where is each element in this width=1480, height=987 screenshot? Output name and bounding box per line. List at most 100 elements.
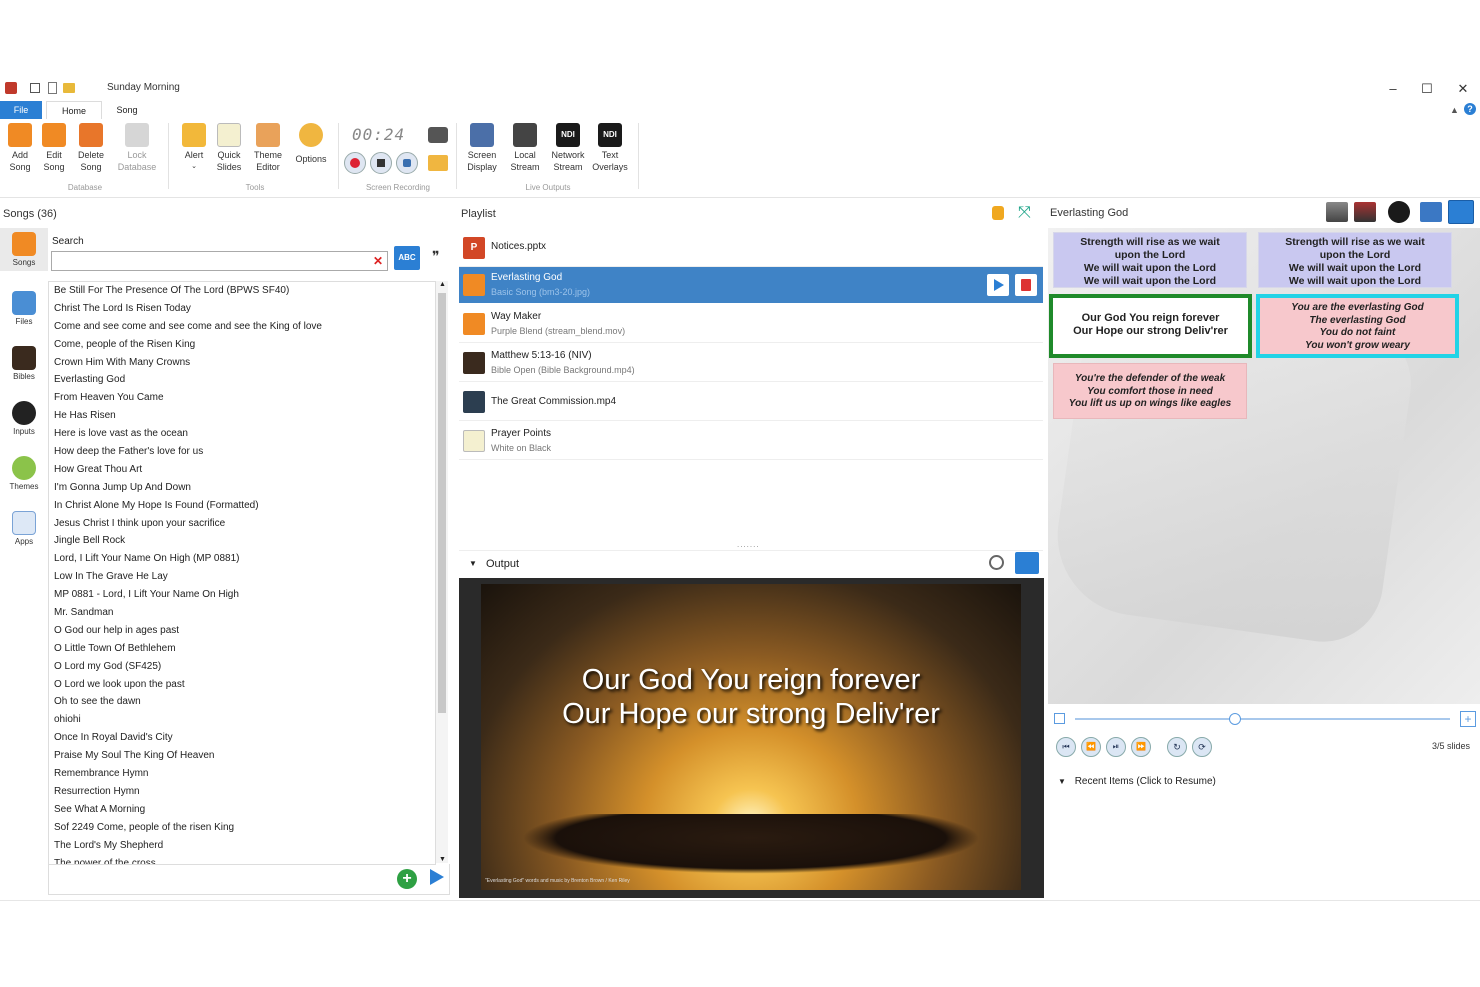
song-list-scrollbar[interactable]: ▲ ▼ xyxy=(436,281,448,863)
new-file-icon[interactable] xyxy=(48,82,57,94)
theme-editor-button[interactable]: Theme Editor xyxy=(250,123,286,173)
camera-lens-icon[interactable] xyxy=(1388,201,1410,223)
chevron-down-icon[interactable]: ▼ xyxy=(469,559,477,568)
options-button[interactable]: Options xyxy=(292,123,330,165)
song-list-item[interactable]: Here is love vast as the ocean xyxy=(49,425,435,443)
previous-slide-button[interactable]: ⏪ xyxy=(1081,737,1101,757)
clear-search-icon[interactable]: ✕ xyxy=(373,254,383,268)
song-list-item[interactable]: Remembrance Hymn xyxy=(49,765,435,783)
song-list-item[interactable]: Praise My Soul The King Of Heaven xyxy=(49,747,435,765)
song-list-item[interactable]: He Has Risen xyxy=(49,407,435,425)
scroll-down-icon[interactable]: ▼ xyxy=(439,856,446,863)
slide-thumbnail[interactable]: Strength will rise as we wait upon the L… xyxy=(1053,232,1247,288)
playlist-item-selected[interactable]: Everlasting God Basic Song (bm3-20.jpg) xyxy=(459,267,1043,303)
library-tab-inputs[interactable]: Inputs xyxy=(0,401,48,436)
song-list-item[interactable]: MP 0881 - Lord, I Lift Your Name On High xyxy=(49,586,435,604)
slide-thumbnail-next[interactable]: You are the everlasting God The everlast… xyxy=(1256,294,1459,358)
maximize-button[interactable]: ☐ xyxy=(1412,80,1442,98)
song-list-item[interactable]: Once In Royal David's City xyxy=(49,729,435,747)
song-list-item[interactable]: Resurrection Hymn xyxy=(49,783,435,801)
audio-button[interactable] xyxy=(396,152,418,174)
output-settings-button[interactable] xyxy=(1015,552,1039,574)
tab-home[interactable]: Home xyxy=(46,101,102,120)
edit-song-button[interactable]: Edit Song xyxy=(38,123,70,173)
song-list[interactable]: Be Still For The Presence Of The Lord (B… xyxy=(48,281,436,865)
song-list-item[interactable]: Jingle Bell Rock xyxy=(49,532,435,550)
song-list-item[interactable]: O God our help in ages past xyxy=(49,622,435,640)
search-input[interactable]: ✕ xyxy=(51,251,388,271)
song-list-item[interactable]: O Lord we look upon the past xyxy=(49,676,435,694)
playlist-item[interactable]: Way Maker Purple Blend (stream_blend.mov… xyxy=(459,306,1043,343)
network-stream-button[interactable]: NDI Network Stream xyxy=(546,123,590,173)
scroll-up-icon[interactable]: ▲ xyxy=(439,281,446,288)
play-button[interactable] xyxy=(987,274,1009,296)
logo-screen-icon[interactable] xyxy=(1420,202,1442,222)
zoom-slider-thumb[interactable] xyxy=(1229,713,1241,725)
first-slide-button[interactable]: ⏮ xyxy=(1056,737,1076,757)
song-list-item[interactable]: ohiohi xyxy=(49,711,435,729)
auto-advance-icon[interactable]: ⟳ xyxy=(1192,737,1212,757)
song-list-item[interactable]: O Lord my God (SF425) xyxy=(49,658,435,676)
song-list-item[interactable]: How Great Thou Art xyxy=(49,461,435,479)
library-tab-apps[interactable]: Apps xyxy=(0,511,48,546)
camera-icon[interactable] xyxy=(428,127,448,143)
zoom-out-icon[interactable] xyxy=(1054,713,1065,724)
abc-sort-button[interactable]: ABC xyxy=(394,246,420,270)
library-tab-files[interactable]: Files xyxy=(0,291,48,326)
song-list-item[interactable]: Crown Him With Many Crowns xyxy=(49,354,435,372)
song-list-item[interactable]: Low In The Grave He Lay xyxy=(49,568,435,586)
blank-screen-icon[interactable] xyxy=(1326,202,1348,222)
search-lyrics-icon[interactable]: ❞ xyxy=(432,248,440,265)
library-tab-songs[interactable]: Songs xyxy=(0,228,48,271)
folder-icon[interactable] xyxy=(428,155,448,171)
minimize-button[interactable]: – xyxy=(1378,80,1408,98)
tab-file[interactable]: File xyxy=(0,101,42,119)
song-list-item[interactable]: Be Still For The Presence Of The Lord (B… xyxy=(49,282,435,300)
close-button[interactable]: ✕ xyxy=(1448,80,1478,98)
library-tab-themes[interactable]: Themes xyxy=(0,456,48,491)
song-list-item[interactable]: Come and see come and see come and see t… xyxy=(49,318,435,336)
song-list-item[interactable]: Jesus Christ I think upon your sacrifice xyxy=(49,515,435,533)
recent-items-header[interactable]: ▼ Recent Items (Click to Resume) xyxy=(1058,776,1216,787)
search-icon[interactable] xyxy=(989,555,1004,570)
song-list-item[interactable]: How deep the Father's love for us xyxy=(49,443,435,461)
remove-item-button[interactable] xyxy=(1015,274,1037,296)
play-pause-button[interactable]: ⏯ xyxy=(1106,737,1126,757)
playlist-item[interactable]: P Notices.pptx xyxy=(459,230,1043,267)
add-song-button[interactable]: Add Song xyxy=(4,123,36,173)
collapse-ribbon-icon[interactable]: ▲ xyxy=(1450,105,1459,115)
song-list-item[interactable]: Oh to see the dawn xyxy=(49,693,435,711)
playlist-item[interactable]: Matthew 5:13-16 (NIV) Bible Open (Bible … xyxy=(459,345,1043,382)
loop-icon[interactable]: ↻ xyxy=(1167,737,1187,757)
lock-icon[interactable] xyxy=(992,206,1004,220)
next-slide-button[interactable]: ⏩ xyxy=(1131,737,1151,757)
text-overlays-button[interactable]: NDI Text Overlays xyxy=(590,123,630,173)
playlist-item[interactable]: The Great Commission.mp4 xyxy=(459,384,1043,421)
lock-database-button[interactable]: Lock Database xyxy=(114,123,160,173)
playlist-item[interactable]: Prayer Points White on Black xyxy=(459,423,1043,460)
hide-text-icon[interactable] xyxy=(1354,202,1376,222)
song-list-item[interactable]: Sof 2249 Come, people of the risen King xyxy=(49,819,435,837)
delete-song-button[interactable]: Delete Song xyxy=(72,123,110,173)
zoom-slider[interactable] xyxy=(1075,718,1450,720)
song-list-item[interactable]: In Christ Alone My Hope Is Found (Format… xyxy=(49,497,435,515)
scroll-thumb[interactable] xyxy=(438,293,446,713)
record-button[interactable] xyxy=(344,152,366,174)
slide-thumbnail[interactable]: Strength will rise as we wait upon the L… xyxy=(1258,232,1452,288)
song-list-item[interactable]: Come, people of the Risen King xyxy=(49,336,435,354)
screen-display-button[interactable]: Screen Display xyxy=(462,123,502,173)
song-list-item[interactable]: Mr. Sandman xyxy=(49,604,435,622)
tab-song[interactable]: Song xyxy=(104,101,150,119)
zoom-in-icon[interactable]: + xyxy=(1460,711,1476,727)
open-folder-icon[interactable] xyxy=(63,83,75,93)
song-list-item[interactable]: From Heaven You Came xyxy=(49,389,435,407)
splitter-handle[interactable]: ....... xyxy=(737,540,760,549)
slide-thumbnail[interactable]: You're the defender of the weak You comf… xyxy=(1053,363,1247,419)
go-live-button[interactable] xyxy=(430,869,444,885)
stop-button[interactable] xyxy=(370,152,392,174)
alert-button[interactable]: Alert ⌄ xyxy=(178,123,210,173)
live-output-icon[interactable] xyxy=(1448,200,1474,224)
add-to-playlist-button[interactable]: + xyxy=(397,869,417,889)
library-tab-bibles[interactable]: Bibles xyxy=(0,346,48,381)
song-list-item[interactable]: Lord, I Lift Your Name On High (MP 0881) xyxy=(49,550,435,568)
